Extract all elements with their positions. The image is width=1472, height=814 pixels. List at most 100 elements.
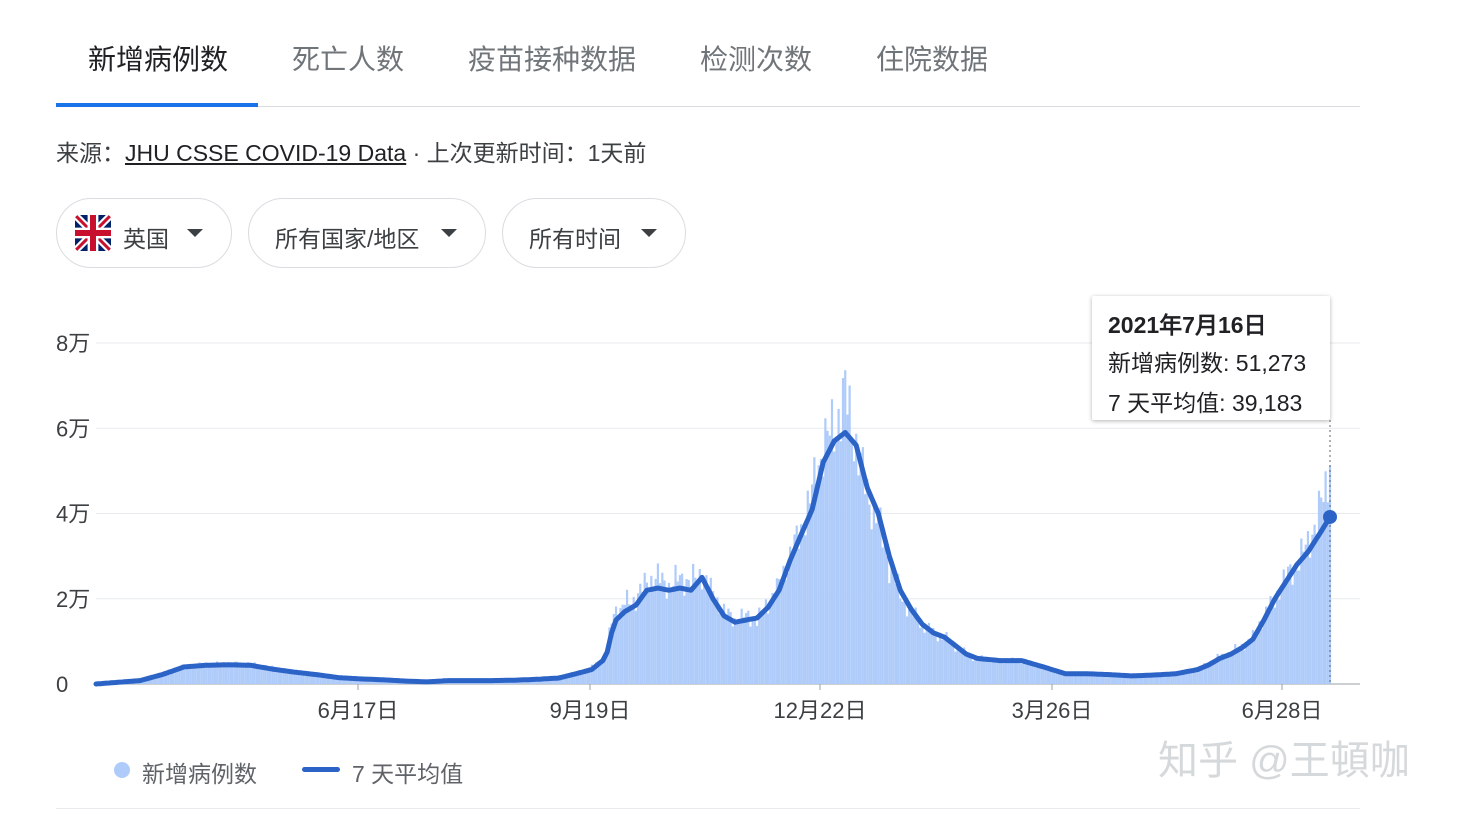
- case-bar: [694, 577, 697, 684]
- case-bar: [934, 633, 937, 684]
- case-bar: [674, 564, 677, 684]
- case-bar: [1007, 662, 1010, 684]
- source-link[interactable]: JHU CSSE COVID-19 Data: [125, 140, 406, 166]
- case-bar: [923, 632, 926, 684]
- case-bar: [742, 617, 745, 684]
- case-bar: [1278, 599, 1281, 684]
- case-bar: [881, 547, 884, 684]
- case-bar: [227, 665, 230, 684]
- case-bar: [1055, 672, 1058, 684]
- tab-hospitalizations[interactable]: 住院数据: [876, 38, 988, 78]
- case-bar: [683, 595, 686, 684]
- case-bar: [848, 385, 851, 684]
- case-bar: [718, 613, 721, 684]
- case-bar: [700, 589, 704, 684]
- case-bar: [676, 581, 679, 684]
- time-dropdown[interactable]: 所有时间: [502, 198, 686, 268]
- case-bar: [921, 621, 924, 684]
- case-bar: [762, 610, 765, 684]
- scope-dropdown[interactable]: 所有国家/地区: [248, 198, 486, 268]
- source-line: 来源：JHU CSSE COVID-19 Data · 上次更新时间：1天前: [56, 134, 646, 168]
- case-bar: [837, 408, 840, 684]
- tab-tests[interactable]: 检测次数: [700, 38, 812, 78]
- tab-vaccinations[interactable]: 疫苗接种数据: [468, 38, 636, 78]
- case-bar: [850, 442, 853, 684]
- case-bar: [828, 435, 831, 684]
- case-bar: [220, 664, 223, 684]
- case-bar: [846, 414, 849, 684]
- case-bar: [1038, 668, 1041, 684]
- case-bar: [647, 592, 651, 684]
- scope-label: 所有国家/地区: [275, 226, 420, 252]
- source-suffix: · 上次更新时间：1天前: [406, 140, 647, 166]
- case-bar: [773, 600, 776, 684]
- case-bar: [771, 592, 774, 684]
- case-bar: [1002, 663, 1005, 684]
- case-bar: [908, 605, 911, 684]
- case-bar: [656, 563, 660, 684]
- tab-deaths[interactable]: 死亡人数: [292, 38, 404, 78]
- case-bar: [1207, 665, 1210, 684]
- case-bar: [971, 660, 975, 684]
- case-bar: [262, 668, 265, 684]
- case-bar: [1311, 534, 1314, 684]
- case-bar: [714, 605, 717, 684]
- case-bar: [738, 623, 741, 684]
- case-bar: [1313, 524, 1316, 684]
- case-bar: [890, 564, 893, 684]
- case-bar: [786, 573, 790, 684]
- case-bar: [1284, 580, 1288, 684]
- case-bar: [755, 625, 759, 684]
- case-bar: [685, 578, 688, 684]
- case-bar: [1225, 658, 1228, 684]
- case-bar: [815, 494, 818, 684]
- case-bar: [800, 524, 803, 684]
- case-bar: [1236, 648, 1239, 684]
- case-bar: [892, 575, 895, 684]
- case-bar: [720, 612, 723, 684]
- chevron-down-icon: [441, 229, 457, 237]
- case-bar: [947, 641, 950, 684]
- highlight-point: [1323, 509, 1337, 524]
- case-bar: [769, 603, 772, 684]
- x-tick-label: 6月17日: [318, 698, 399, 723]
- case-bar: [678, 575, 682, 684]
- tab-bar: 新增病例数 死亡人数 疫苗接种数据 检测次数 住院数据: [56, 0, 1360, 107]
- case-bar: [242, 665, 245, 684]
- case-bar: [689, 586, 693, 684]
- case-bar: [736, 623, 739, 684]
- case-bar: [991, 660, 994, 684]
- case-bar: [1273, 607, 1277, 684]
- case-bar: [725, 616, 728, 684]
- case-bar: [244, 666, 247, 684]
- case-bar: [1262, 617, 1265, 684]
- case-bar: [967, 655, 970, 684]
- case-bar: [667, 582, 671, 684]
- case-bar: [231, 665, 234, 684]
- case-bar: [189, 668, 192, 684]
- case-bar: [885, 556, 889, 684]
- region-dropdown[interactable]: 英国: [56, 198, 232, 268]
- case-bar: [949, 640, 953, 684]
- case-bar: [1238, 646, 1241, 684]
- case-bar: [670, 589, 673, 684]
- case-bar: [766, 613, 770, 684]
- case-bar: [751, 618, 754, 684]
- case-bar: [965, 654, 968, 684]
- case-bar: [888, 583, 891, 684]
- active-tab-indicator: [56, 103, 258, 107]
- case-bar: [985, 661, 988, 684]
- case-bar: [954, 651, 957, 684]
- case-bar: [1256, 631, 1259, 684]
- y-tick-label: 8万: [56, 331, 90, 356]
- tab-new-cases[interactable]: 新增病例数: [88, 38, 228, 78]
- case-bar: [844, 370, 847, 684]
- case-bar: [802, 532, 805, 684]
- case-bar: [839, 441, 842, 684]
- case-bar: [833, 451, 836, 684]
- x-tick-label: 6月28日: [1242, 698, 1323, 723]
- case-bar: [841, 378, 845, 684]
- case-bar: [659, 583, 662, 684]
- case-bar: [663, 580, 666, 684]
- case-bar: [817, 465, 820, 684]
